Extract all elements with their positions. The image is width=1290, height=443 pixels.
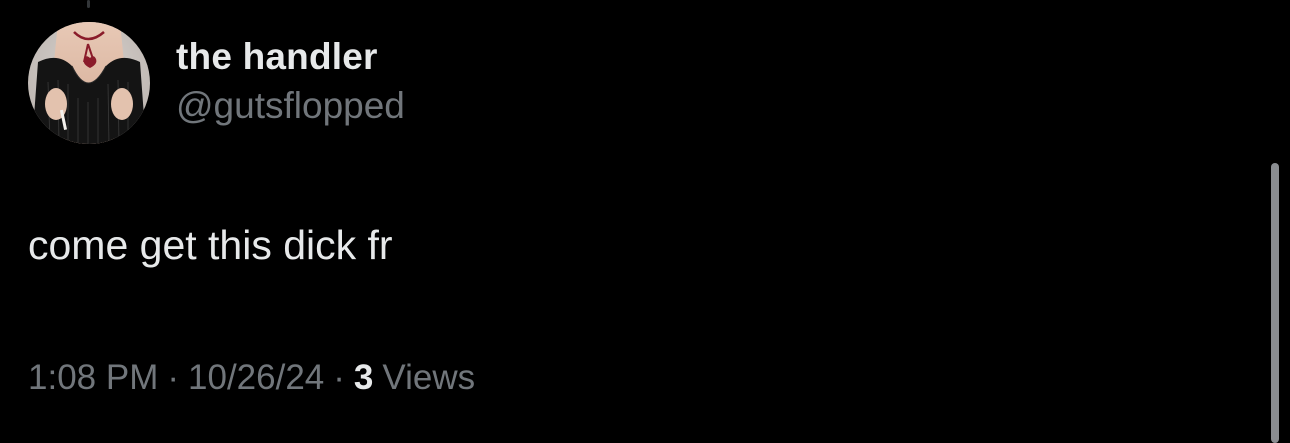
meta-separator: · [167, 358, 180, 397]
tweet-date[interactable]: 10/26/24 [188, 358, 324, 398]
views-count[interactable]: 3 [354, 358, 373, 398]
tweet-meta: 1:08 PM · 10/26/24 · 3 Views [28, 358, 475, 398]
avatar[interactable] [28, 22, 150, 144]
views-label[interactable]: Views [382, 358, 475, 398]
meta-separator: · [333, 358, 345, 397]
avatar-photo-icon [28, 22, 150, 144]
user-handle[interactable]: @gutsflopped [176, 85, 405, 127]
thread-connector-line [87, 0, 90, 8]
scrollbar[interactable] [1271, 163, 1279, 443]
display-name[interactable]: the handler [176, 36, 378, 78]
tweet-text: come get this dick fr [28, 222, 393, 268]
tweet-time[interactable]: 1:08 PM [28, 358, 158, 398]
